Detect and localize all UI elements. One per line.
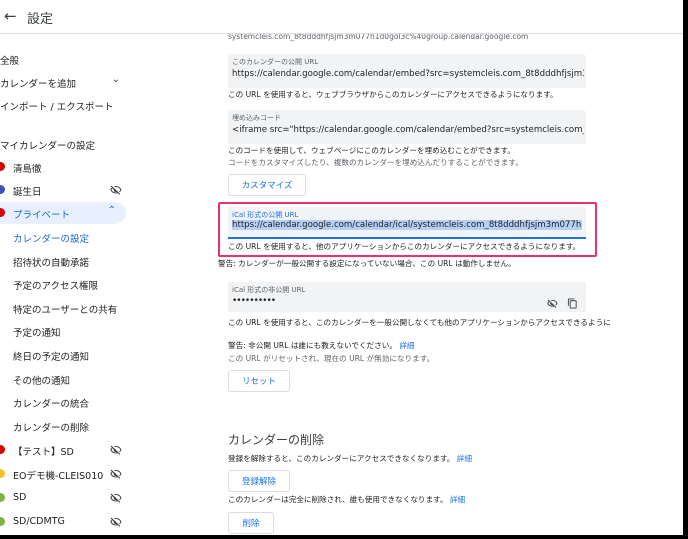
calendar-color-dot bbox=[0, 208, 5, 217]
eye-off-icon[interactable] bbox=[547, 298, 558, 309]
eye-off-icon[interactable] bbox=[110, 516, 122, 528]
delete-desc: このカレンダーは完全に削除され、誰も使用できなくなります。 詳細 bbox=[228, 495, 466, 504]
customize-button[interactable]: カスタマイズ bbox=[228, 174, 306, 196]
embed-desc: このコードを使用して、ウェブページにこのカレンダーを埋め込むことができます。 bbox=[228, 146, 515, 155]
sidebar-subitem-other-notifications[interactable]: その他の通知 bbox=[0, 368, 130, 390]
public-url-field[interactable]: このカレンダーの公開 URL https://calendar.google.c… bbox=[228, 54, 586, 88]
sidebar-subitem-integrate[interactable]: カレンダーの統合 bbox=[0, 391, 130, 413]
eye-off-icon[interactable] bbox=[110, 184, 122, 196]
sidebar-item-calendar-birthday[interactable]: 誕生日 bbox=[0, 179, 130, 201]
field-label: iCal 形式の非公開 URL bbox=[232, 286, 306, 294]
ical-public-warning: 警告: カレンダーが一般公開する設定になっていない場合、この URL は動作しま… bbox=[218, 259, 516, 268]
ical-private-desc: この URL を使用すると、このカレンダーを一般公開しなくても他のアプリケーショ… bbox=[228, 318, 611, 327]
chevron-down-icon: ⌄ bbox=[111, 74, 120, 85]
public-url-desc: この URL を使用すると、ウェブブラウザからこのカレンダーにアクセスできるよう… bbox=[228, 90, 558, 99]
settings-window: ← 設定 全般 カレンダーを追加 ⌄ インポート / エクスポート マイカレンダー… bbox=[0, 0, 683, 535]
app-header: ← 設定 bbox=[0, 0, 683, 34]
sidebar-subitem-auto-accept[interactable]: 招待状の自動承諾 bbox=[0, 250, 130, 272]
ical-private-warning: 警告: 非公開 URL は誰にも教えないでください。 詳細 bbox=[228, 341, 415, 350]
settings-sidebar: 全般 カレンダーを追加 ⌄ インポート / エクスポート マイカレンダーの設定 清… bbox=[0, 34, 130, 535]
sidebar-heading-my-calendars: マイカレンダーの設定 bbox=[0, 141, 96, 152]
chevron-up-icon: ⌃ bbox=[107, 205, 116, 216]
sidebar-subitem-share-specific[interactable]: 特定のユーザーとの共有 bbox=[0, 297, 130, 319]
sidebar-subitem-calendar-settings[interactable]: カレンダーの設定 bbox=[0, 226, 130, 248]
eye-off-icon[interactable] bbox=[110, 444, 122, 456]
public-url-value[interactable]: https://calendar.google.com/calendar/emb… bbox=[232, 69, 584, 79]
sidebar-item-calendar-sd-cdmtg[interactable]: SD/CDMTG bbox=[0, 511, 130, 533]
reset-button[interactable]: リセット bbox=[228, 370, 290, 392]
eye-off-icon[interactable] bbox=[110, 492, 122, 504]
arrow-left-icon[interactable]: ← bbox=[4, 7, 17, 25]
settings-content: systemcleis.com_8t8dddhfjsjm3m077h1d0gol… bbox=[130, 32, 683, 535]
sidebar-item-calendar-test-sd[interactable]: 【テスト】SD bbox=[0, 439, 130, 461]
sidebar-subitem-event-permissions[interactable]: 予定のアクセス権限 bbox=[0, 273, 130, 295]
embed-desc-sub: コードをカスタマイズしたり、複数のカレンダーを埋め込んだりすることができます。 bbox=[228, 158, 523, 167]
field-label: このカレンダーの公開 URL bbox=[232, 58, 319, 66]
sidebar-item-general[interactable]: 全般 bbox=[0, 48, 130, 70]
sidebar-item-calendar-sd[interactable]: SD bbox=[0, 487, 130, 509]
calendar-color-dot bbox=[0, 445, 5, 454]
reset-note: この URL がリセットされ、現在の URL が無効になります。 bbox=[228, 354, 435, 363]
page-title: 設定 bbox=[27, 12, 54, 27]
field-label: 埋め込みコード bbox=[232, 114, 281, 122]
eye-off-icon[interactable] bbox=[110, 468, 122, 480]
sidebar-subitem-event-notifications[interactable]: 予定の通知 bbox=[0, 320, 130, 342]
sidebar-item-import-export[interactable]: インポート / エクスポート bbox=[0, 94, 130, 116]
sidebar-subitem-allday-notifications[interactable]: 終日の予定の通知 bbox=[0, 344, 130, 366]
highlight-annotation bbox=[218, 202, 597, 257]
delete-section-title: カレンダーの削除 bbox=[228, 433, 325, 447]
calendar-color-dot bbox=[0, 469, 5, 478]
sidebar-item-add-calendar[interactable]: カレンダーを追加 ⌄ bbox=[0, 71, 130, 93]
calendar-color-dot bbox=[0, 493, 5, 502]
copy-icon[interactable] bbox=[567, 298, 578, 309]
unsubscribe-desc: 登録を解除すると、このカレンダーにアクセスできなくなります。 詳細 bbox=[228, 454, 472, 463]
ical-private-url-field[interactable]: iCal 形式の非公開 URL •••••••••• bbox=[228, 282, 586, 312]
learn-more-link[interactable]: 詳細 bbox=[450, 495, 465, 504]
sidebar-item-calendar-kiyoshima[interactable]: 清島徹 bbox=[0, 156, 130, 178]
learn-more-link[interactable]: 詳細 bbox=[457, 454, 472, 463]
ical-private-url-value: •••••••••• bbox=[232, 296, 276, 306]
sidebar-item-calendar-private[interactable]: プライベート ⌃ bbox=[0, 202, 126, 224]
learn-more-link[interactable]: 詳細 bbox=[399, 341, 414, 350]
calendar-color-dot bbox=[0, 185, 5, 194]
sidebar-item-calendar-eo-demo[interactable]: EOデモ機-CLEIS010 bbox=[0, 463, 130, 485]
embed-code-field[interactable]: 埋め込みコード <iframe src="https://calendar.go… bbox=[228, 110, 586, 144]
embed-code-value[interactable]: <iframe src="https://calendar.google.com… bbox=[232, 125, 584, 135]
calendar-color-dot bbox=[0, 517, 5, 526]
unsubscribe-button[interactable]: 登録解除 bbox=[228, 470, 290, 492]
sidebar-subitem-delete[interactable]: カレンダーの削除 bbox=[0, 415, 130, 437]
calendar-color-dot bbox=[0, 162, 5, 171]
delete-button[interactable]: 削除 bbox=[228, 512, 274, 534]
